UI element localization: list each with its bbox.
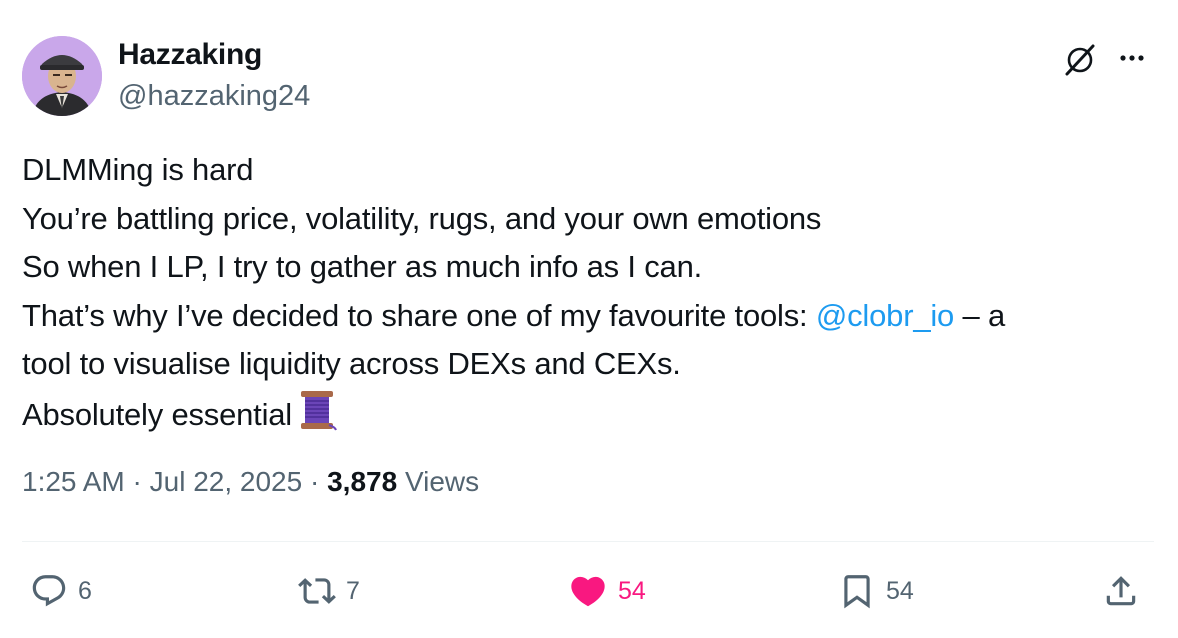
heart-icon: [571, 576, 605, 607]
more-horizontal-icon: [1120, 55, 1144, 61]
more-button[interactable]: [1112, 40, 1152, 80]
tweet-line: You’re battling price, volatility, rugs,…: [22, 200, 822, 236]
tweet-meta: 1:25 AM · Jul 22, 2025 · 3,878 Views: [22, 466, 479, 498]
repost-icon: [298, 578, 336, 604]
repost-count: 7: [346, 576, 360, 605]
tweet-line-text: Absolutely essential: [22, 396, 292, 432]
tweet-date[interactable]: Jul 22, 2025: [150, 466, 303, 497]
thread-spool-emoji-icon: [298, 389, 338, 446]
bookmark-count: 54: [886, 576, 914, 605]
tweet-time[interactable]: 1:25 AM: [22, 466, 125, 497]
repost-button[interactable]: 7: [298, 566, 360, 616]
reply-count: 6: [78, 576, 92, 605]
tweet-line-text: – a: [954, 297, 1006, 333]
tweet-line: DLMMing is hard: [22, 152, 254, 187]
mention-link[interactable]: @clobr_io: [816, 298, 954, 333]
share-icon: [1106, 576, 1136, 606]
meta-separator: ·: [302, 466, 328, 497]
tweet-line: That’s why I’ve decided to share one of …: [22, 292, 1152, 341]
author-display-name[interactable]: Hazzaking: [118, 38, 262, 72]
tweet-line: Absolutely essential: [22, 389, 1152, 446]
bookmark-icon: [844, 575, 870, 609]
grok-icon: [1065, 44, 1095, 76]
divider: [22, 541, 1154, 542]
views-label: Views: [404, 466, 480, 497]
grok-button[interactable]: [1060, 40, 1100, 80]
tweet-line: tool to visualise liquidity across DEXs …: [22, 346, 681, 381]
meta-separator: ·: [124, 466, 150, 497]
reply-icon: [32, 575, 66, 607]
author-handle[interactable]: @hazzaking24: [118, 80, 310, 113]
reply-button[interactable]: 6: [30, 566, 92, 616]
views-count: 3,878: [327, 466, 398, 497]
bookmark-button[interactable]: 54: [838, 566, 914, 616]
share-button[interactable]: [1102, 566, 1140, 616]
like-count: 54: [618, 576, 646, 605]
avatar-portrait-icon: [22, 36, 102, 116]
tweet-line-text: That’s why I’ve decided to share one of …: [22, 297, 816, 333]
tweet-text: DLMMing is hard You’re battling price, v…: [22, 146, 1152, 445]
avatar[interactable]: [22, 36, 102, 116]
tweet-line: So when I LP, I try to gather as much in…: [22, 249, 703, 284]
like-button[interactable]: 54: [568, 566, 646, 616]
